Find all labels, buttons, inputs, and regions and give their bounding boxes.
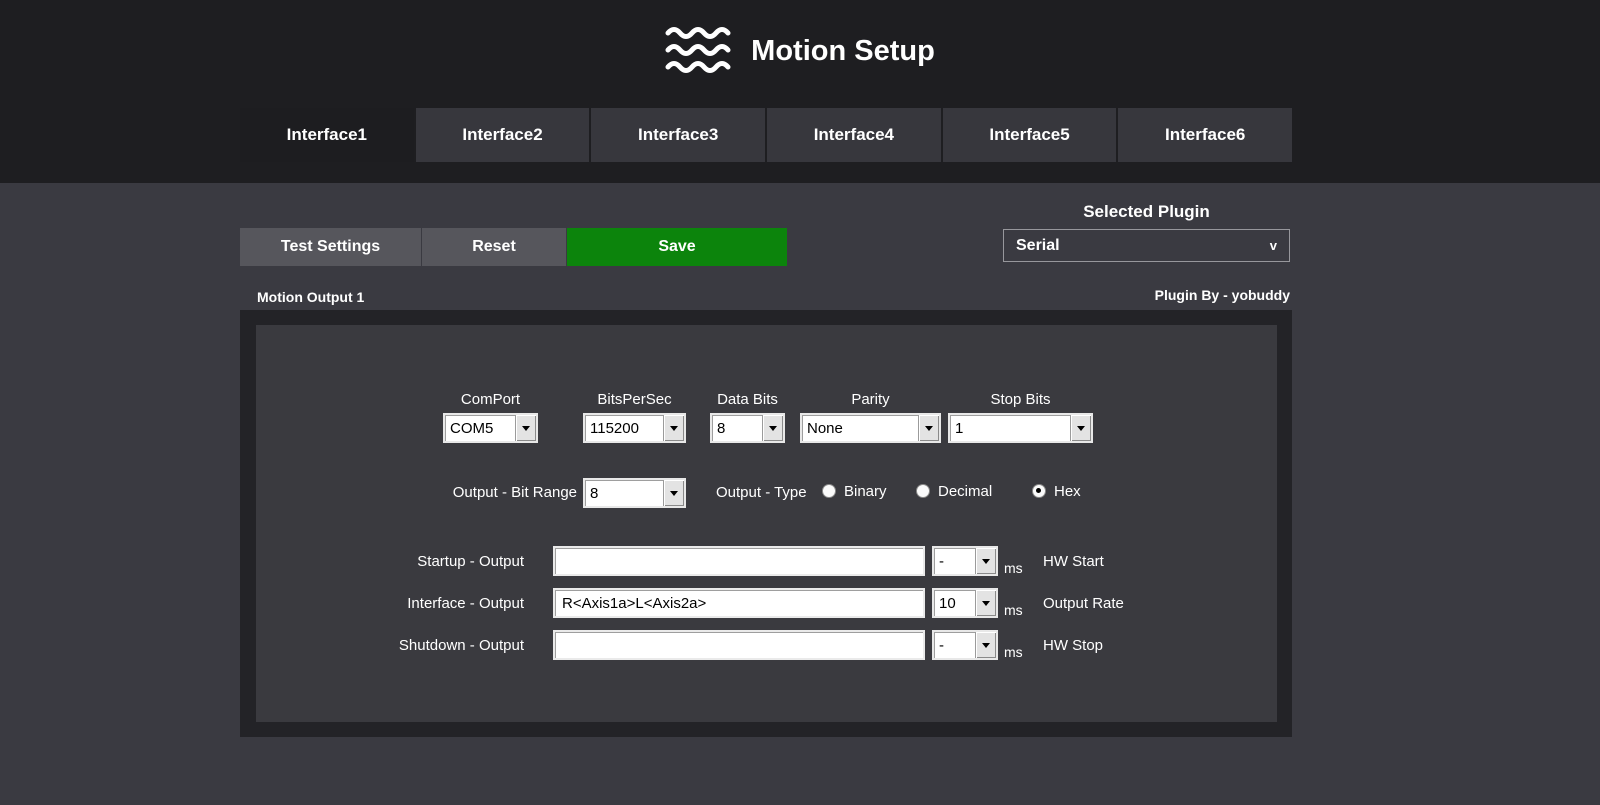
hw-stop-label: HW Stop	[1043, 637, 1103, 654]
parity-select[interactable]: None	[800, 413, 941, 443]
page-title: Motion Setup	[751, 35, 935, 68]
databits-select[interactable]: 8	[710, 413, 785, 443]
output-rate-label: Output Rate	[1043, 595, 1124, 612]
shutdown-output-label: Shutdown - Output	[340, 637, 524, 654]
radio-decimal-label: Decimal	[938, 483, 992, 500]
motion-output-panel	[240, 310, 1292, 737]
comport-label: ComPort	[443, 391, 538, 409]
parity-label: Parity	[800, 391, 941, 409]
dropdown-arrow-icon[interactable]	[975, 548, 996, 574]
motion-output-panel-inner	[256, 325, 1277, 722]
dropdown-arrow-icon[interactable]	[663, 415, 684, 441]
hw-start-label: HW Start	[1043, 553, 1104, 570]
reset-button[interactable]: Reset	[422, 228, 566, 266]
dropdown-arrow-icon[interactable]	[975, 632, 996, 658]
dropdown-arrow-icon[interactable]	[918, 415, 939, 441]
startup-output-input[interactable]	[553, 546, 925, 576]
dropdown-arrow-icon[interactable]	[762, 415, 783, 441]
tab-interface1[interactable]: Interface1	[240, 108, 414, 162]
tab-interface6[interactable]: Interface6	[1118, 108, 1292, 162]
output-type-label: Output - Type	[716, 484, 807, 501]
databits-value: 8	[717, 420, 725, 437]
radio-circle-icon	[916, 484, 930, 498]
tab-interface4[interactable]: Interface4	[767, 108, 941, 162]
tab-interface3[interactable]: Interface3	[591, 108, 765, 162]
plugin-select[interactable]: Serial v	[1003, 229, 1290, 262]
output-rate-value: 10	[939, 595, 956, 612]
bitspersec-select[interactable]: 115200	[583, 413, 686, 443]
dropdown-arrow-icon[interactable]	[515, 415, 536, 441]
stopbits-select[interactable]: 1	[948, 413, 1093, 443]
ms-label: ms	[1004, 560, 1023, 576]
startup-delay-value: -	[939, 553, 944, 570]
bit-range-label: Output - Bit Range	[420, 484, 577, 501]
plugin-select-value: Serial	[1016, 237, 1060, 255]
parity-value: None	[807, 420, 843, 437]
radio-binary-label: Binary	[844, 483, 887, 500]
shutdown-delay-select[interactable]: -	[932, 630, 998, 660]
dropdown-arrow-icon[interactable]	[1070, 415, 1091, 441]
radio-circle-icon	[1032, 484, 1046, 498]
chevron-down-icon: v	[1270, 238, 1277, 253]
radio-circle-icon	[822, 484, 836, 498]
tab-bar: Interface1 Interface2 Interface3 Interfa…	[240, 108, 1292, 162]
bit-range-select[interactable]: 8	[583, 478, 686, 508]
bitspersec-value: 115200	[590, 420, 639, 437]
startup-output-label: Startup - Output	[340, 553, 524, 570]
shutdown-output-input[interactable]	[553, 630, 925, 660]
ms-label: ms	[1004, 602, 1023, 618]
interface-output-input[interactable]	[553, 588, 925, 618]
test-settings-button[interactable]: Test Settings	[240, 228, 421, 266]
header: Motion Setup Interface1 Interface2 Inter…	[0, 0, 1600, 183]
tab-interface2[interactable]: Interface2	[416, 108, 590, 162]
output-rate-select[interactable]: 10	[932, 588, 998, 618]
comport-value: COM5	[450, 420, 493, 437]
interface-output-label: Interface - Output	[340, 595, 524, 612]
dropdown-arrow-icon[interactable]	[975, 590, 996, 616]
dropdown-arrow-icon[interactable]	[663, 480, 684, 506]
databits-label: Data Bits	[710, 391, 785, 409]
waves-icon	[665, 25, 731, 77]
save-button[interactable]: Save	[567, 228, 787, 266]
shutdown-delay-value: -	[939, 637, 944, 654]
startup-delay-select[interactable]: -	[932, 546, 998, 576]
brand: Motion Setup	[0, 20, 1600, 82]
selected-plugin-label: Selected Plugin	[1003, 202, 1290, 222]
motion-output-title: Motion Output 1	[257, 289, 364, 305]
stopbits-label: Stop Bits	[948, 391, 1093, 409]
tab-interface5[interactable]: Interface5	[943, 108, 1117, 162]
ms-label: ms	[1004, 644, 1023, 660]
stopbits-value: 1	[955, 420, 963, 437]
bit-range-value: 8	[590, 485, 598, 502]
radio-binary[interactable]: Binary	[822, 481, 887, 501]
radio-hex-label: Hex	[1054, 483, 1081, 500]
bitspersec-label: BitsPerSec	[583, 391, 686, 409]
radio-decimal[interactable]: Decimal	[916, 481, 992, 501]
plugin-byline: Plugin By - yobuddy	[1003, 287, 1290, 303]
radio-hex[interactable]: Hex	[1032, 481, 1081, 501]
comport-select[interactable]: COM5	[443, 413, 538, 443]
